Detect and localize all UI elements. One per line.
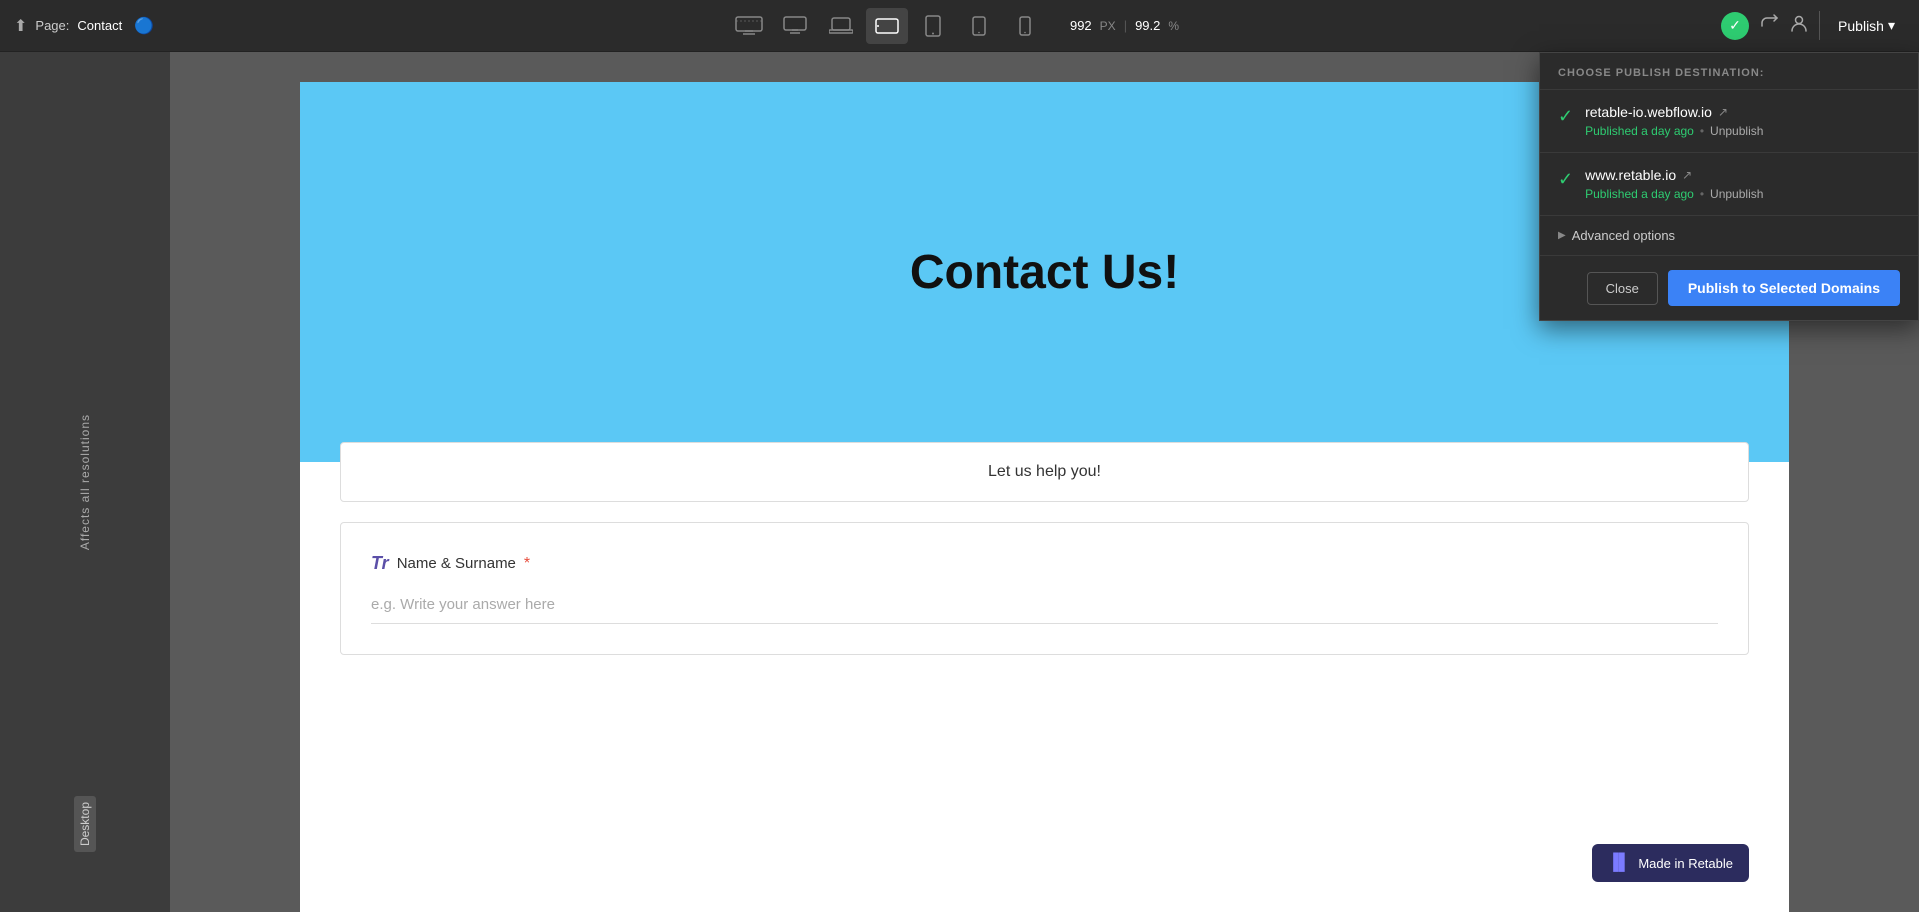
dot-sep-1: • bbox=[1700, 124, 1704, 138]
triangle-icon: ▶ bbox=[1558, 230, 1566, 241]
publish-selected-button[interactable]: Publish to Selected Domains bbox=[1668, 270, 1900, 306]
device-btn-tablet-landscape[interactable] bbox=[866, 8, 908, 44]
topbar: ⬆ Page: Contact 🔵 992 PX | 99.2 bbox=[0, 0, 1919, 52]
domain-1-name: retable-io.webflow.io bbox=[1585, 104, 1712, 120]
external-link-icon-2[interactable]: ↗ bbox=[1682, 168, 1692, 182]
zoom-unit: % bbox=[1168, 19, 1179, 33]
person-icon[interactable] bbox=[1789, 13, 1809, 38]
publish-dropdown: CHOOSE PUBLISH DESTINATION: ✓ retable-io… bbox=[1539, 52, 1919, 321]
domain-2-info: www.retable.io ↗ Published a day ago • U… bbox=[1585, 167, 1900, 201]
domain-2-name-row: www.retable.io ↗ bbox=[1585, 167, 1900, 183]
domain-1-name-row: retable-io.webflow.io ↗ bbox=[1585, 104, 1900, 120]
device-btn-desktop[interactable] bbox=[774, 8, 816, 44]
close-button[interactable]: Close bbox=[1587, 272, 1658, 305]
share-icon[interactable] bbox=[1759, 13, 1779, 38]
domain-1-published: Published a day ago bbox=[1585, 124, 1694, 138]
advanced-options-row[interactable]: ▶ Advanced options bbox=[1540, 216, 1918, 256]
upload-icon[interactable]: ⬆ bbox=[14, 16, 27, 36]
required-star: * bbox=[524, 555, 530, 573]
topbar-left: ⬆ Page: Contact 🔵 bbox=[0, 16, 200, 36]
field-name: Name & Surname bbox=[397, 555, 516, 572]
advanced-label: Advanced options bbox=[1572, 228, 1675, 243]
retable-badge: ▐▌ Made in Retable bbox=[1592, 844, 1749, 882]
domain-2-check[interactable]: ✓ bbox=[1558, 169, 1573, 190]
eye-icon[interactable]: 🔵 bbox=[134, 16, 154, 36]
affects-label: Affects all resolutions bbox=[78, 414, 92, 550]
size-px-unit: PX bbox=[1100, 19, 1116, 33]
device-btn-tablet[interactable] bbox=[912, 8, 954, 44]
form-input-placeholder[interactable]: e.g. Write your answer here bbox=[371, 586, 1718, 624]
device-btn-laptop[interactable] bbox=[820, 8, 862, 44]
size-px-value: 992 bbox=[1070, 18, 1092, 33]
left-sidebar: Affects all resolutions Desktop bbox=[0, 52, 170, 912]
publish-button-area[interactable]: Publish ▾ bbox=[1819, 11, 1905, 40]
badge-text: Made in Retable bbox=[1638, 856, 1733, 871]
help-text: Let us help you! bbox=[988, 463, 1101, 480]
domain-1-status-row: Published a day ago • Unpublish bbox=[1585, 124, 1900, 138]
domain-item-1: ✓ retable-io.webflow.io ↗ Published a da… bbox=[1540, 90, 1918, 153]
desktop-label: Desktop bbox=[74, 796, 96, 852]
dot-sep-2: • bbox=[1700, 187, 1704, 201]
domain-2-unpublish[interactable]: Unpublish bbox=[1710, 187, 1763, 201]
dropdown-footer: Close Publish to Selected Domains bbox=[1540, 256, 1918, 320]
device-btn-mobile[interactable] bbox=[1004, 8, 1046, 44]
dropdown-header: CHOOSE PUBLISH DESTINATION: bbox=[1540, 53, 1918, 90]
domain-1-check[interactable]: ✓ bbox=[1558, 106, 1573, 127]
topbar-center: 992 PX | 99.2 % bbox=[200, 8, 1707, 44]
domain-2-status-row: Published a day ago • Unpublish bbox=[1585, 187, 1900, 201]
domain-2-name: www.retable.io bbox=[1585, 167, 1676, 183]
status-check-icon: ✓ bbox=[1721, 12, 1749, 40]
tt-icon: Tr bbox=[371, 553, 389, 574]
domain-1-unpublish[interactable]: Unpublish bbox=[1710, 124, 1763, 138]
retable-logo-icon: ▐▌ bbox=[1608, 854, 1631, 872]
external-link-icon-1[interactable]: ↗ bbox=[1718, 105, 1728, 119]
form-field-label: Tr Name & Surname * bbox=[371, 553, 1718, 574]
form-section: Tr Name & Surname * e.g. Write your answ… bbox=[340, 522, 1749, 655]
contact-title: Contact Us! bbox=[910, 245, 1179, 300]
page-label: Page: bbox=[35, 18, 69, 33]
publish-button[interactable]: Publish ▾ bbox=[1828, 11, 1905, 40]
help-section: Let us help you! bbox=[340, 442, 1749, 502]
topbar-right: ✓ Publish ▾ bbox=[1707, 11, 1919, 40]
size-display: 992 PX | 99.2 % bbox=[1070, 18, 1179, 33]
domain-2-published: Published a day ago bbox=[1585, 187, 1694, 201]
page-name: Contact bbox=[77, 18, 122, 33]
domain-item-2: ✓ www.retable.io ↗ Published a day ago •… bbox=[1540, 153, 1918, 216]
zoom-value: 99.2 bbox=[1135, 18, 1160, 33]
device-btn-tablet-small[interactable] bbox=[958, 8, 1000, 44]
domain-1-info: retable-io.webflow.io ↗ Published a day … bbox=[1585, 104, 1900, 138]
device-btn-desktop-wide[interactable] bbox=[728, 8, 770, 44]
